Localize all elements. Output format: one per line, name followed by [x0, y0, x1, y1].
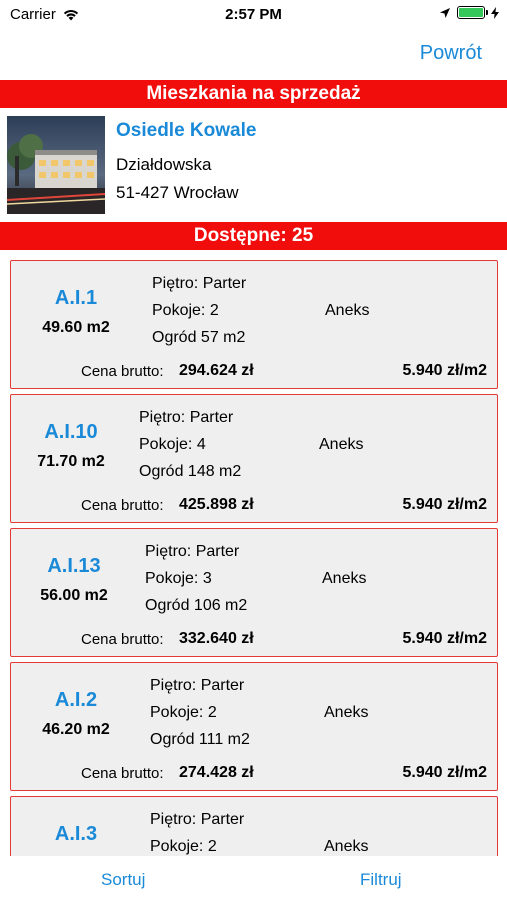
- unit-area: 71.70 m2: [37, 453, 105, 470]
- unit-kitchen: Aneks: [319, 436, 364, 453]
- unit-price: 332.640 zł: [179, 630, 254, 647]
- building-photo-icon: [7, 116, 105, 214]
- nav-bar: Powrót: [0, 30, 507, 78]
- charging-icon: [491, 6, 499, 19]
- apartment-list: A.I.1 49.60 m2 Piętro: Parter Pokoje: 2 …: [0, 258, 507, 856]
- unit-area: 46.20 m2: [42, 721, 110, 738]
- unit-id: A.I.1: [54, 287, 98, 309]
- estate-name[interactable]: Osiedle Kowale: [116, 120, 256, 142]
- sort-button[interactable]: Sortuj: [101, 870, 145, 890]
- status-bar: Carrier 2:57 PM: [0, 0, 507, 30]
- estate-photo: [7, 116, 105, 214]
- bottom-toolbar: Sortuj Filtruj: [0, 856, 507, 900]
- estate-street: Działdowska: [116, 155, 212, 174]
- unit-floor: Piętro: Parter: [152, 275, 247, 292]
- price-label: Cena brutto:: [81, 631, 164, 648]
- unit-floor: Piętro: Parter: [150, 677, 245, 694]
- unit-garden: Ogród 148 m2: [139, 463, 242, 480]
- apartment-card[interactable]: A.I.3 Piętro: Parter Pokoje: 2 Aneks: [10, 796, 498, 856]
- filter-button[interactable]: Filtruj: [360, 870, 402, 890]
- unit-floor: Piętro: Parter: [150, 811, 245, 828]
- unit-rooms: Pokoje: 2: [150, 704, 217, 721]
- apartment-card[interactable]: A.I.1 49.60 m2 Piętro: Parter Pokoje: 2 …: [10, 260, 498, 389]
- status-time: 2:57 PM: [225, 6, 282, 23]
- unit-rooms: Pokoje: 4: [139, 436, 206, 453]
- unit-price-per-m2: 5.940 zł/m2: [402, 496, 488, 513]
- unit-id: A.I.2: [54, 689, 98, 711]
- unit-id: A.I.10: [44, 421, 98, 443]
- apartment-card[interactable]: A.I.13 56.00 m2 Piętro: Parter Pokoje: 3…: [10, 528, 498, 657]
- unit-price: 294.624 zł: [179, 362, 254, 379]
- unit-kitchen: Aneks: [324, 704, 369, 721]
- price-label: Cena brutto:: [81, 363, 164, 380]
- unit-floor: Piętro: Parter: [145, 543, 240, 560]
- unit-rooms: Pokoje: 3: [145, 570, 212, 587]
- unit-area: 49.60 m2: [42, 319, 110, 336]
- unit-id: A.I.3: [54, 823, 98, 845]
- back-button[interactable]: Powrót: [420, 42, 482, 65]
- status-right: [439, 6, 499, 19]
- location-arrow-icon: [440, 7, 450, 18]
- unit-kitchen: Aneks: [324, 838, 369, 855]
- unit-garden: Ogród 106 m2: [145, 597, 248, 614]
- unit-price: 274.428 zł: [179, 764, 254, 781]
- battery-level: [459, 8, 483, 17]
- battery-icon: [457, 6, 488, 19]
- unit-area: 56.00 m2: [40, 587, 108, 604]
- available-count: Dostępne: 25: [0, 222, 507, 250]
- price-label: Cena brutto:: [81, 765, 164, 782]
- unit-id: A.I.13: [47, 555, 101, 577]
- unit-floor: Piętro: Parter: [139, 409, 234, 426]
- estate-city: 51-427 Wrocław: [116, 183, 239, 202]
- unit-garden: Ogród 111 m2: [150, 731, 250, 748]
- apartment-card[interactable]: A.I.10 71.70 m2 Piętro: Parter Pokoje: 4…: [10, 394, 498, 523]
- unit-price-per-m2: 5.940 zł/m2: [402, 362, 488, 379]
- unit-garden: Ogród 57 m2: [152, 329, 246, 346]
- unit-rooms: Pokoje: 2: [152, 302, 219, 319]
- unit-kitchen: Aneks: [325, 302, 370, 319]
- unit-kitchen: Aneks: [322, 570, 367, 587]
- unit-price-per-m2: 5.940 zł/m2: [402, 764, 488, 781]
- unit-price-per-m2: 5.940 zł/m2: [402, 630, 488, 647]
- apartment-card[interactable]: A.I.2 46.20 m2 Piętro: Parter Pokoje: 2 …: [10, 662, 498, 791]
- unit-price: 425.898 zł: [179, 496, 254, 513]
- price-label: Cena brutto:: [81, 497, 164, 514]
- estate-info: Osiedle Kowale Działdowska 51-427 Wrocła…: [0, 110, 507, 218]
- page-title: Mieszkania na sprzedaż: [0, 80, 507, 108]
- unit-rooms: Pokoje: 2: [150, 838, 217, 855]
